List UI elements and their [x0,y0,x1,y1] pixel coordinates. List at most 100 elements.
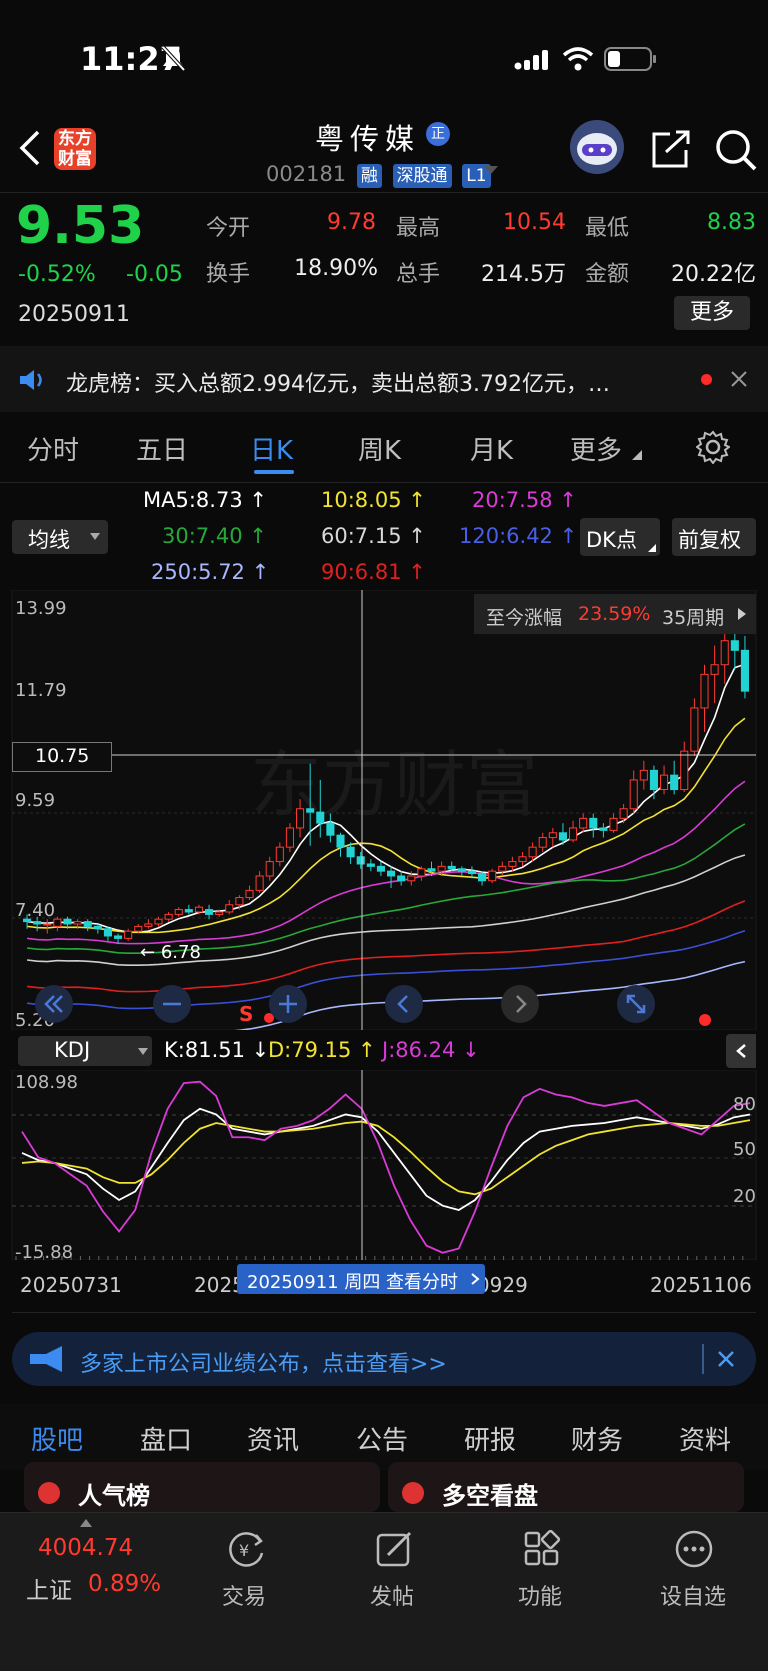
banner-text: 多家上市公司业绩公布，点击查看>> [80,1352,447,1377]
candle-body [569,827,578,841]
index-value[interactable]: 4004.74 [38,1535,133,1561]
close-banner-icon[interactable] [716,1349,736,1369]
low-marker: ← 6.78 [140,942,201,963]
kdj-level-20-label: 20 [733,1186,756,1207]
popularity-title: 人气榜 [78,1482,150,1510]
y-axis-3: 7.40 [15,900,56,921]
longshort-card[interactable]: 多空看盘 [388,1462,744,1512]
kdj-select[interactable]: KDJ [18,1036,152,1066]
tab-weekly[interactable]: 周K [358,430,401,467]
open-label: 今开 [206,216,251,241]
chevron-right-icon [738,608,746,620]
candle-body [427,868,436,872]
zoom-in-icon[interactable] [268,984,308,1024]
nav-watchlist[interactable]: 设自选 [646,1521,742,1621]
zoom-out-icon[interactable] [152,984,192,1024]
fullscreen-icon[interactable] [616,984,656,1024]
settings-gear-icon[interactable] [696,430,730,464]
mute-icon [161,45,186,72]
chevron-down-icon[interactable] [484,166,498,176]
chevron-right-icon [471,1273,480,1285]
candle-body [609,817,618,831]
tab-news[interactable]: 资讯 [247,1420,299,1457]
name-badge: 正 [426,122,450,146]
candle-body [397,875,406,882]
content-tabs: 股吧 盘口 资讯 公告 研报 财务 资料 [0,1404,768,1470]
robot-assistant-icon[interactable] [568,118,626,176]
dk-point-button[interactable]: DK点 [580,518,660,556]
candle-body [174,909,183,915]
gain-value: 23.59% [578,603,651,625]
tab-research[interactable]: 研报 [464,1420,516,1457]
crosshair-price-box: 10.75 [12,742,112,772]
nav-post-label: 发帖 [370,1585,415,1610]
current-price: 9.53 [16,196,145,256]
ma60-label: 60:7.15 ↑ [321,524,426,548]
share-icon[interactable] [650,128,692,170]
tab-daily[interactable]: 日K [250,430,293,467]
gain-box[interactable]: 至今涨幅 23.59% 35周期 [474,594,756,634]
notice-bar[interactable]: 龙虎榜：买入总额2.994亿元，卖出总额3.792亿元，… [0,346,768,412]
kline-chart[interactable]: 东方财富 [0,590,768,1030]
tab-monthly[interactable]: 月K [470,430,513,467]
yen-exchange-icon: ¥ [229,1532,264,1567]
candle-body [710,664,719,675]
kdj-k-value: K:81.51 [164,1038,245,1062]
nav-post[interactable]: 发帖 [348,1521,438,1621]
index-expand-icon[interactable] [80,1519,92,1527]
tab-orderbook[interactable]: 盘口 [140,1420,192,1457]
ma5-label: MA5:8.73 ↑ [143,488,267,512]
tab-financials[interactable]: 财务 [571,1420,623,1457]
divider [0,192,768,193]
candle-body [690,707,699,752]
search-icon[interactable] [714,128,758,172]
index-name[interactable]: 上证 [26,1571,72,1605]
ma120-label: 120:6.42 ↑ [459,524,578,548]
scroll-left-icon[interactable] [384,984,424,1024]
candle-body [215,911,224,915]
ma30-label: 30:7.40 ↑ [162,524,267,548]
close-icon[interactable] [730,370,748,388]
candle-body [235,897,244,906]
tab-5day[interactable]: 五日 [136,430,188,467]
adjust-button[interactable]: 前复权 [672,518,756,556]
candle-body [134,925,143,932]
tab-profile[interactable]: 资料 [679,1420,731,1457]
badge-margin: 融 [356,164,382,188]
stock-code: 002181 [266,162,347,186]
gain-label: 至今涨幅 [486,607,563,629]
scroll-to-start-icon[interactable] [34,984,74,1024]
candle-body [579,817,588,829]
candle-body [316,811,325,824]
popularity-card[interactable]: 人气榜 [24,1462,380,1512]
candle-body [33,921,42,925]
kdj-y-bottom: -15.88 [15,1242,74,1263]
indicator-select[interactable]: 均线 [12,520,108,554]
tab-forum[interactable]: 股吧 [31,1420,83,1457]
index-change[interactable]: 0.89% [88,1571,161,1597]
tab-more[interactable]: 更多 [570,430,622,467]
low-value: 8.83 [707,210,756,235]
candle-body [103,928,112,937]
nav-trade[interactable]: ¥ 交易 [200,1521,290,1621]
candle-body [498,865,507,872]
candle-body [619,808,628,819]
collapse-panel-button[interactable] [726,1034,756,1068]
kdj-caret-icon [138,1048,148,1055]
megaphone-icon [30,1346,62,1372]
turnover-value: 18.90% [294,256,378,281]
promo-banner[interactable]: 多家上市公司业绩公布，点击查看>> [12,1332,756,1386]
low-label: 最低 [585,216,630,241]
more-button[interactable]: 更多 [674,296,750,330]
ma250-label: 250:5.72 ↑ [151,560,270,584]
candle-body [649,769,658,791]
crosshair-date-button[interactable]: 20250911 周四 查看分时 [237,1264,485,1294]
candle-body [306,808,315,813]
x-date-1: 20250731 [20,1273,122,1297]
scroll-right-icon[interactable] [500,984,540,1024]
tab-intraday[interactable]: 分时 [27,430,79,467]
kdj-chart[interactable] [0,1070,768,1260]
back-icon[interactable] [16,128,44,168]
tab-announcements[interactable]: 公告 [356,1420,408,1457]
nav-functions[interactable]: 功能 [496,1521,586,1621]
